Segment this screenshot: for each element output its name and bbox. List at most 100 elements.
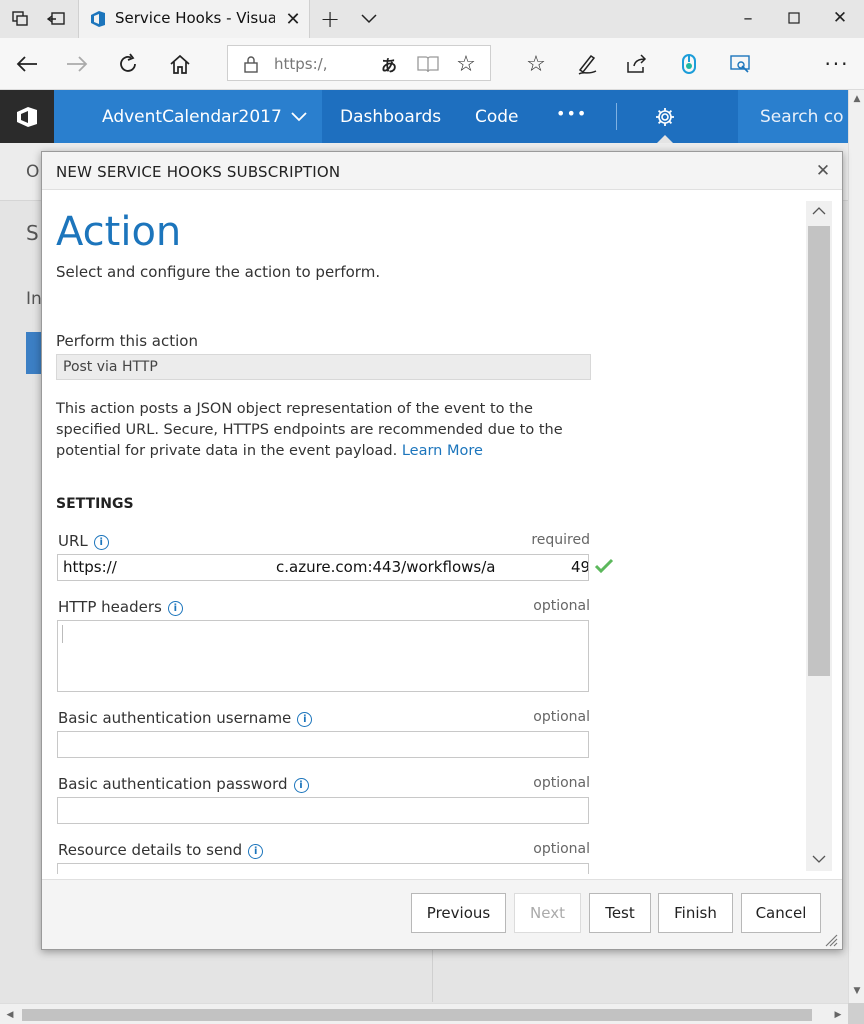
password-label: Basic authentication password i [58,775,309,793]
background-divider [432,942,433,1002]
password-field[interactable] [57,797,589,824]
dialog-scroll-thumb[interactable] [808,226,830,676]
dialog-footer: Previous Next Test Finish Cancel [42,879,842,949]
scroll-left-icon[interactable]: ◀ [5,1009,15,1021]
reading-view-icon[interactable] [416,53,440,75]
dialog-close-icon[interactable]: ✕ [812,160,834,182]
previous-button[interactable]: Previous [411,893,506,933]
minimize-icon[interactable]: – [738,8,758,29]
address-field[interactable]: https:/, あ ☆ [227,45,491,81]
vsts-header: AdventCalendar2017 Dashboards Code ••• S… [0,90,848,143]
nav-code[interactable]: Code [475,107,519,127]
maximize-icon[interactable] [784,8,804,28]
project-selector[interactable]: AdventCalendar2017 [54,90,322,143]
lock-icon [242,54,260,74]
background-letter: In [26,289,42,309]
mouse-extension-icon[interactable] [676,51,702,77]
tab-preview-icon[interactable] [10,9,30,29]
settings-gear-icon[interactable] [653,105,677,129]
dialog-title-bar: NEW SERVICE HOOKS SUBSCRIPTION ✕ [42,152,842,190]
test-button[interactable]: Test [589,893,651,933]
settings-pointer [657,135,673,143]
http-headers-field[interactable] [57,620,589,692]
url-field[interactable]: https:// c.azure.com:443/workflows/a 49 [57,554,589,581]
info-icon[interactable]: i [293,778,309,793]
page-vertical-scrollbar[interactable]: ▲ ▼ [848,90,864,1003]
settings-heading: SETTINGS [56,496,134,512]
web-note-icon[interactable] [574,51,600,77]
address-text: https:/, [274,55,328,73]
nav-divider [616,103,617,130]
info-icon[interactable]: i [297,712,313,727]
browser-tab-bar: Service Hooks - Visual S ✕ + – ✕ [0,0,864,38]
more-menu-icon[interactable]: ··· [822,51,852,77]
cancel-button[interactable]: Cancel [741,893,821,933]
scroll-right-icon[interactable]: ▶ [833,1009,843,1021]
info-icon[interactable]: i [167,601,183,616]
project-name: AdventCalendar2017 [102,107,282,127]
refresh-icon[interactable] [115,51,141,77]
vsts-favicon-icon [88,9,108,29]
translate-icon[interactable]: あ [378,53,400,75]
scroll-up-icon[interactable]: ▲ [851,94,863,104]
search-box[interactable]: Search co [738,90,848,143]
favorite-star-icon[interactable]: ☆ [454,52,478,77]
scroll-down-icon[interactable]: ▼ [851,986,863,996]
new-tab-icon[interactable]: + [318,5,342,33]
learn-more-link[interactable]: Learn More [402,443,483,459]
tab-title: Service Hooks - Visual S [115,9,275,27]
resource-details-hint: optional [533,841,590,857]
window-close-icon[interactable]: ✕ [830,8,850,28]
page-title: Action [56,209,182,255]
username-field[interactable] [57,731,589,758]
favorites-hub-icon[interactable]: ☆ [522,51,550,77]
url-value-start: https:// [63,558,117,576]
finish-button[interactable]: Finish [658,893,733,933]
scroll-down-icon[interactable] [811,852,827,866]
nav-more[interactable]: ••• [556,104,587,123]
tab-close-icon[interactable]: ✕ [283,9,303,30]
description-text: This action posts a JSON object represen… [56,401,563,459]
action-description: This action posts a JSON object represen… [56,399,596,462]
chevron-down-icon[interactable] [358,8,380,30]
vsts-logo[interactable] [0,90,54,143]
username-hint: optional [533,709,590,725]
forward-icon[interactable] [64,51,90,77]
page-horizontal-scrollbar[interactable]: ◀ ▶ [0,1003,848,1024]
resource-details-label-text: Resource details to send [58,841,243,859]
next-button[interactable]: Next [514,893,581,933]
scroll-up-icon[interactable] [811,204,827,218]
http-headers-label: HTTP headers i [58,598,183,616]
dialog-scrollbar[interactable] [806,201,832,871]
info-icon[interactable]: i [248,844,264,859]
active-tab[interactable]: Service Hooks - Visual S ✕ [78,0,310,38]
text-cursor [62,625,63,643]
background-letter: S [26,221,39,245]
search-placeholder: Search co [760,107,844,127]
chevron-down-icon [290,110,308,124]
background-button [26,332,42,374]
username-label-text: Basic authentication username [58,709,292,727]
perform-action-label: Perform this action [56,332,198,350]
resize-grip-icon[interactable] [824,933,838,947]
info-icon[interactable]: i [93,535,109,550]
password-label-text: Basic authentication password [58,775,288,793]
service-hook-dialog: NEW SERVICE HOOKS SUBSCRIPTION ✕ Action … [41,151,843,950]
home-icon[interactable] [167,51,193,77]
perform-action-value: Post via HTTP [56,354,591,380]
password-hint: optional [533,775,590,791]
set-tabs-aside-icon[interactable] [46,9,66,29]
vsts-logo-icon [14,104,40,130]
share-icon[interactable] [624,51,650,77]
dialog-body: Action Select and configure the action t… [42,191,842,874]
url-label-text: URL [58,532,88,550]
horizontal-scroll-thumb[interactable] [22,1009,812,1021]
url-value-end: 49 [571,558,589,576]
dialog-title: NEW SERVICE HOOKS SUBSCRIPTION [56,163,341,181]
nav-dashboards[interactable]: Dashboards [340,107,441,127]
http-headers-hint: optional [533,598,590,614]
url-hint: required [531,532,590,548]
back-icon[interactable] [14,51,40,77]
resource-details-select[interactable] [57,863,589,874]
screen-capture-icon[interactable] [728,51,754,77]
